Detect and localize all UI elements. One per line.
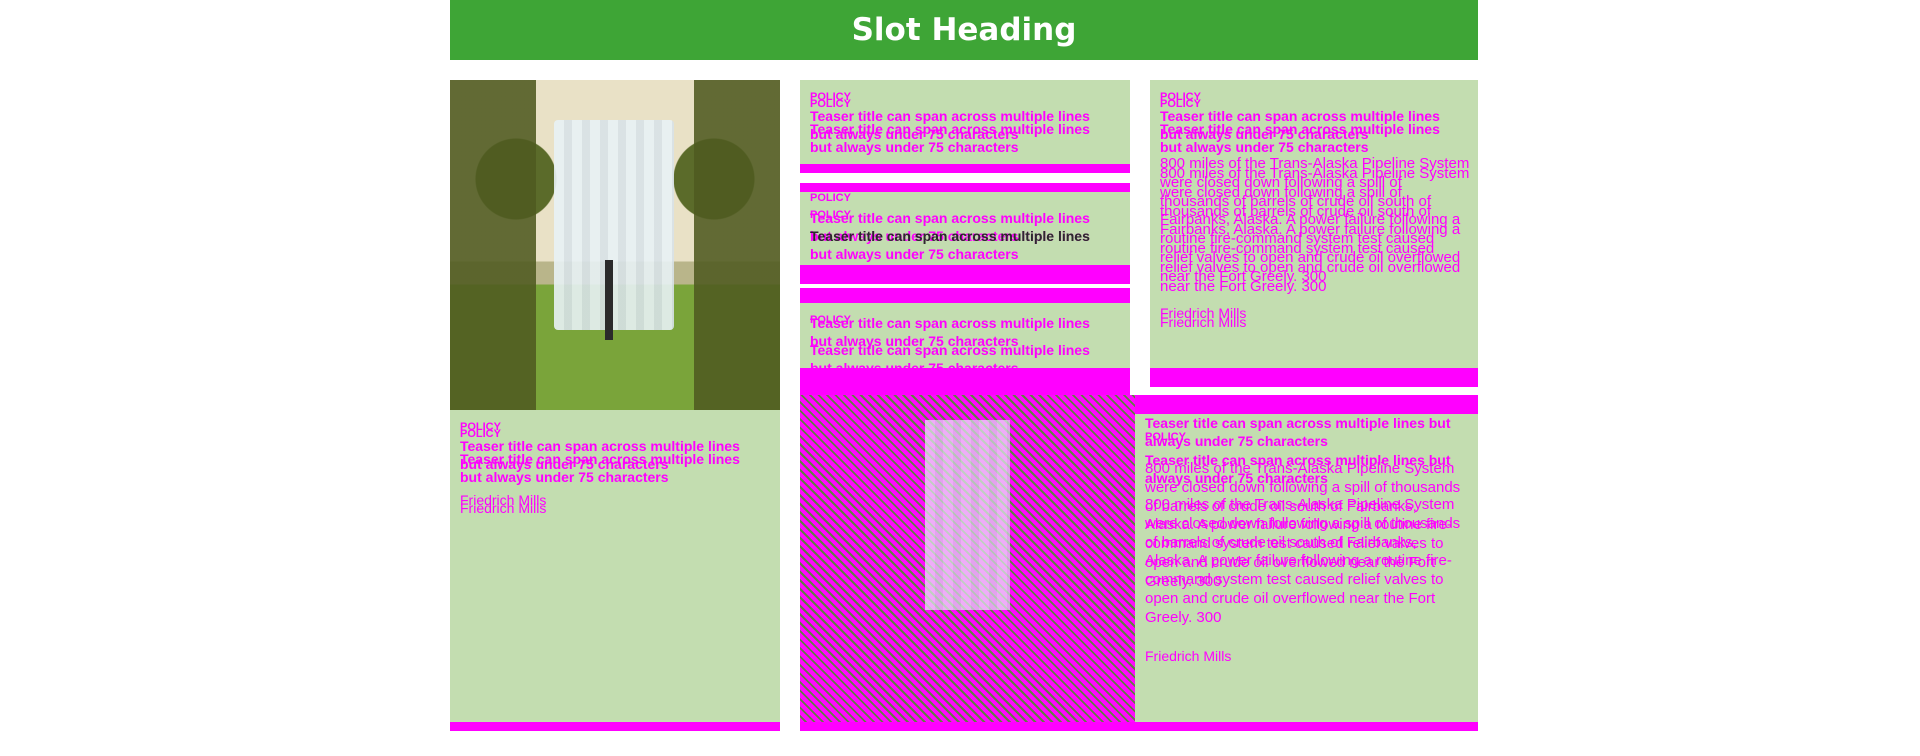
card6-title[interactable]: Teaser title can span across multiple li… — [1145, 415, 1465, 450]
middle-bottom-bar — [800, 722, 1478, 731]
card6-author: Friedrich Mills — [1145, 648, 1232, 664]
card5-top-bar — [800, 288, 1130, 303]
slot-heading-title: Slot Heading — [851, 12, 1077, 48]
card3-excerpt-dup: 800 miles of the Trans-Alaska Pipeline S… — [1160, 165, 1470, 295]
overlay-title: Teaser title can span across multiple li… — [810, 228, 1090, 244]
card1-title-dup[interactable]: Teaser title can span across multiple li… — [460, 451, 760, 486]
feature-image-skyline — [925, 420, 1010, 610]
slot-heading: Slot Heading — [450, 0, 1478, 60]
magenta-block-top — [800, 368, 1130, 395]
card1-bottom-bar — [450, 722, 780, 731]
card3-author-dup: Friedrich Mills — [1160, 314, 1247, 330]
card3-title-dup[interactable]: Teaser title can span across multiple li… — [1160, 121, 1460, 156]
card6-label: POLICY — [1145, 431, 1186, 443]
card4-top-bar — [800, 183, 1130, 192]
card2-title-dup[interactable]: Teaser title can span across multiple li… — [810, 121, 1110, 156]
card4-bottom-bar — [800, 265, 1130, 284]
card6-excerpt-dup: 800 miles of the Trans-Alaska Pipeline S… — [1145, 496, 1461, 626]
card1-author-dup: Friedrich Mills — [460, 500, 547, 516]
skyline-image — [554, 120, 674, 330]
card2-bottom-bar — [800, 164, 1130, 173]
card4-label: POLICY — [810, 192, 851, 204]
street-lamp-image — [605, 260, 613, 340]
card6-top-bar — [1135, 395, 1478, 414]
card3-bottom-bar — [1150, 368, 1478, 387]
card-large-image — [450, 80, 780, 410]
